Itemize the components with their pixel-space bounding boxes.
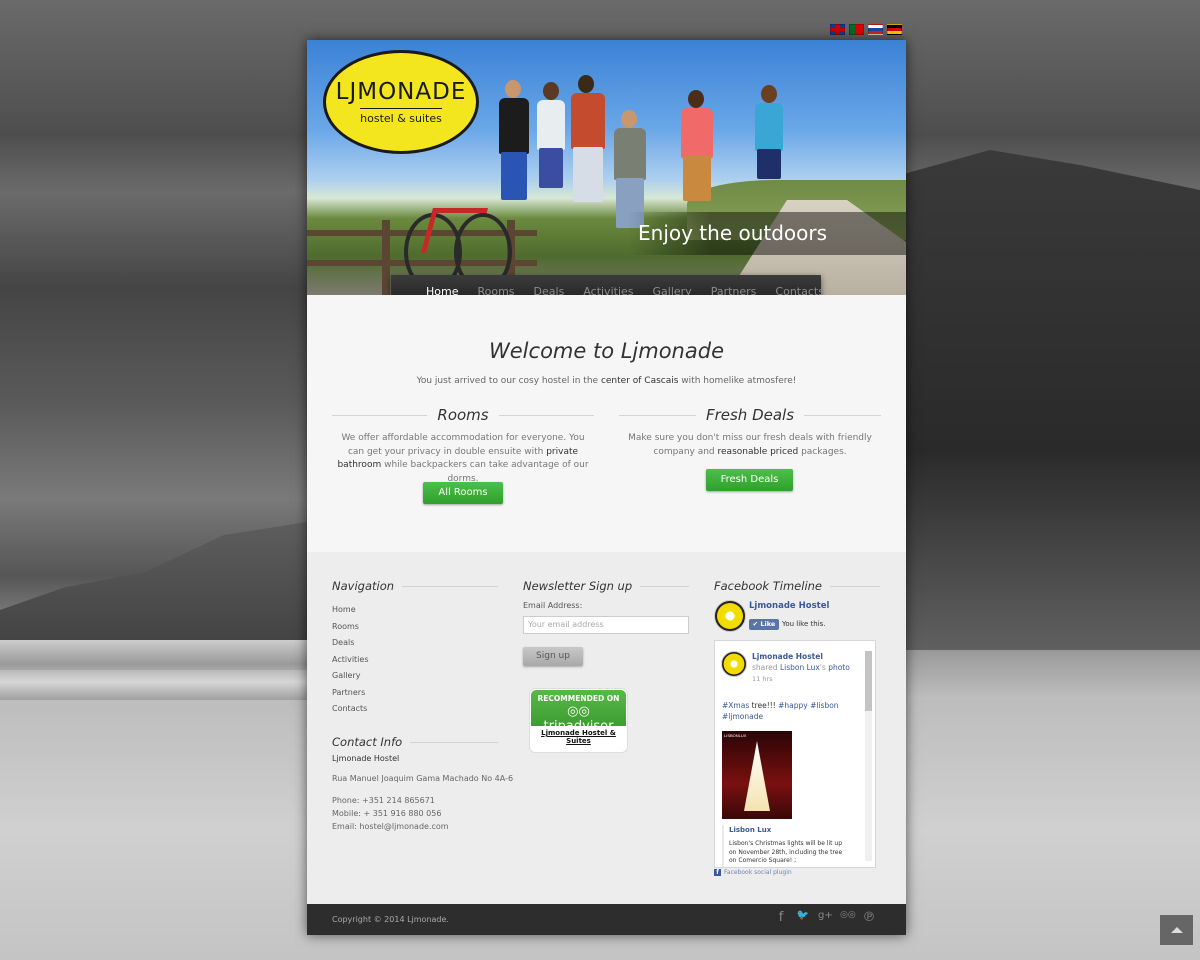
ljmonade-logo[interactable]: LJMONADE hostel & suites [323,50,479,154]
background-surf [0,640,310,700]
rooms-heading: Rooms [332,406,594,424]
facebook-widget: Ljmonade Hostel ✔ Like You like this. Lj… [714,598,882,918]
facebook-post-text: #Xmas tree!!! #happy #lisbon #ljmonade [722,701,839,721]
page-container: LJMONADE hostel & suites Enjoy the outdo… [307,40,906,935]
facebook-post-header: Ljmonade Hostel shared Lisbon Lux's phot… [752,652,850,683]
portugal-flag-icon[interactable] [849,24,864,35]
contact-info: Ljmonade Hostel Rua Manuel Joaquim Gama … [332,752,513,833]
germany-flag-icon[interactable] [887,24,902,35]
welcome-title: Welcome to Ljmonade [489,339,724,363]
footer-nav-rooms[interactable]: Rooms [332,622,369,639]
tripadvisor-owl-icon: ◎◎ [567,704,590,719]
copyright-text: Copyright © 2014 Ljmonade. [332,915,449,924]
footer-nav-activities[interactable]: Activities [332,655,369,672]
facebook-icon[interactable]: f [774,910,788,925]
footer-nav-gallery[interactable]: Gallery [332,671,369,688]
welcome-subtitle: You just arrived to our cosy hostel in t… [416,376,797,386]
pinterest-icon[interactable]: ℗ [862,910,876,925]
tripadvisor-link[interactable]: Ljmonade Hostel & Suites [530,729,627,745]
newsletter-heading: Newsletter Sign up [523,578,689,594]
email-label: Email Address: [523,601,583,610]
tripadvisor-icon[interactable]: ◎◎ [840,910,856,925]
welcome-section: Welcome to Ljmonade You just arrived to … [307,295,906,552]
google-plus-icon[interactable]: g+ [818,910,833,925]
navigation-heading: Navigation [332,578,498,594]
back-to-top-button[interactable] [1160,915,1193,945]
facebook-heading: Facebook Timeline [714,578,880,594]
twitter-icon[interactable]: 🐦 [796,910,810,925]
social-links: f 🐦 g+ ◎◎ ℗ [774,910,876,925]
facebook-link-text: Lisbon's Christmas lights will be lit up… [729,840,843,864]
arrow-up-icon [1170,927,1183,933]
contact-name: Ljmonade Hostel [332,754,400,763]
contact-info-heading: Contact Info [332,734,498,750]
contact-mobile: Mobile: + 351 916 880 056 [332,809,442,818]
bottom-bar: Copyright © 2014 Ljmonade. f 🐦 g+ ◎◎ ℗ [307,904,906,935]
footer-nav-partners[interactable]: Partners [332,688,369,705]
facebook-feed[interactable]: Ljmonade Hostel shared Lisbon Lux's phot… [714,640,876,868]
lemon-avatar-icon [714,600,746,632]
contact-address: Rua Manuel Joaquim Gama Machado No 4A-6 [332,774,514,783]
contact-email[interactable]: Email: hostel@ljmonade.com [332,820,513,833]
contact-phone: Phone: +351 214 865671 [332,796,435,805]
facebook-feed-scrollbar[interactable] [865,651,872,861]
russia-flag-icon[interactable] [868,24,883,35]
fresh-deals-button[interactable]: Fresh Deals [706,469,793,491]
deals-heading: Fresh Deals [619,406,882,424]
language-switcher [830,24,902,35]
facebook-like-button[interactable]: ✔ Like [749,619,779,630]
uk-flag-icon[interactable] [830,24,845,35]
facebook-likes-text: You like this. [782,620,826,628]
footer-nav-list: Home Rooms Deals Activities Gallery Part… [332,605,369,721]
lemon-avatar-icon [721,651,747,677]
rooms-text: We offer affordable accommodation for ev… [337,433,589,484]
sign-up-button[interactable]: Sign up [523,647,583,666]
facebook-plugin-footer: f Facebook social plugin [714,869,792,876]
footer-nav-home[interactable]: Home [332,605,369,622]
hero-banner: LJMONADE hostel & suites Enjoy the outdo… [307,40,906,295]
bicycle-illustration [399,178,512,291]
all-rooms-button[interactable]: All Rooms [423,482,503,504]
footer-nav-deals[interactable]: Deals [332,638,369,655]
footer-widgets: Navigation Home Rooms Deals Activities G… [307,552,906,904]
footer-nav-contacts[interactable]: Contacts [332,704,369,721]
christmas-tree-photo[interactable]: LISBONLUX [722,731,792,819]
newsletter-email-input[interactable]: Your email address [523,616,689,634]
background-hills [900,150,1200,650]
tripadvisor-badge[interactable]: RECOMMENDED ON ◎◎ tripadvisor Ljmonade H… [529,688,628,753]
hero-caption: Enjoy the outdoors [628,212,906,255]
facebook-icon: f [714,869,721,876]
deals-text: Make sure you don't miss our fresh deals… [628,433,872,457]
facebook-link-title[interactable]: Lisbon Lux [729,825,771,836]
facebook-page-name[interactable]: Ljmonade Hostel [749,601,829,611]
